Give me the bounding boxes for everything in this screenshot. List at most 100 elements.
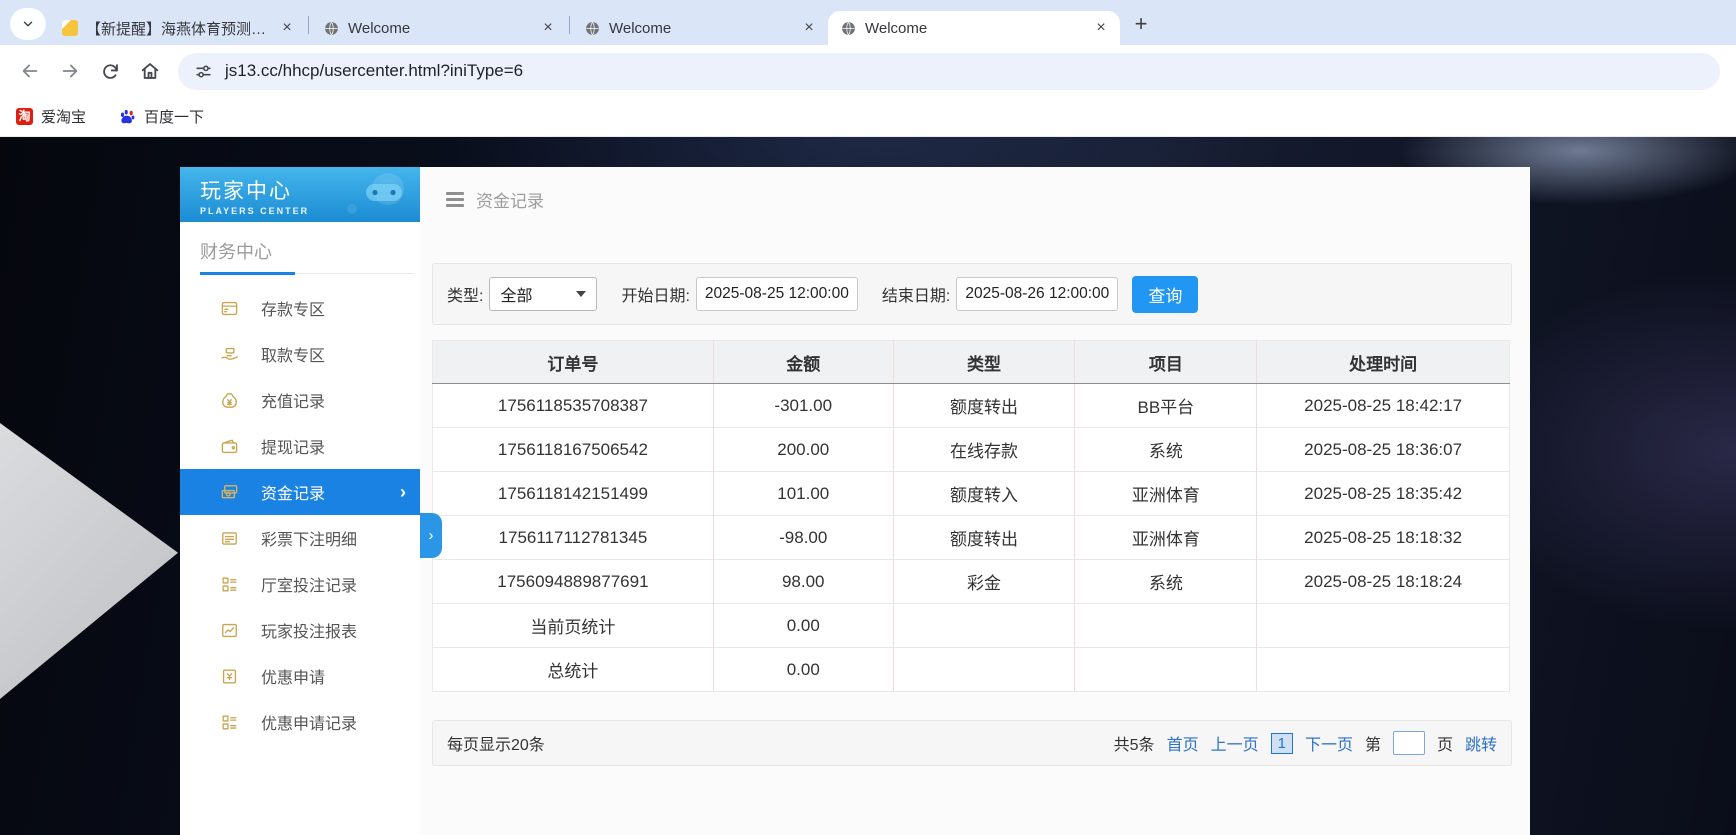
- end-date-input[interactable]: [956, 277, 1118, 311]
- table-row: 1756118535708387 -301.00 额度转出 BB平台 2025-…: [433, 384, 1510, 428]
- url-text[interactable]: js13.cc/hhcp/usercenter.html?iniType=6: [225, 61, 523, 81]
- cell-item: [1075, 648, 1257, 692]
- close-icon[interactable]: ×: [798, 17, 820, 39]
- prev-page-link[interactable]: 上一页: [1211, 731, 1259, 755]
- query-button[interactable]: 查询: [1132, 276, 1198, 313]
- report-chart-icon: [220, 621, 239, 640]
- page-size-text: 每页显示20条: [447, 731, 545, 755]
- first-page-link[interactable]: 首页: [1167, 731, 1199, 755]
- cell-amount: 0.00: [713, 604, 893, 648]
- close-icon[interactable]: ×: [537, 17, 559, 39]
- sidebar-item-fund-record[interactable]: 资金记录 ›: [180, 469, 420, 515]
- new-tab-button[interactable]: +: [1126, 9, 1156, 39]
- chevron-down-icon: [576, 291, 586, 297]
- close-icon[interactable]: ×: [276, 17, 298, 39]
- menu-icon[interactable]: [446, 192, 464, 207]
- tab-separator: [569, 16, 570, 34]
- cell-order: 当前页统计: [433, 604, 714, 648]
- sidebar-item-label: 资金记录: [261, 480, 325, 504]
- sidebar-collapse-handle[interactable]: ›: [420, 513, 442, 558]
- cell-type: 在线存款: [893, 428, 1075, 472]
- tab-sports-alert[interactable]: 【新提醒】海燕体育预测推荐区 ×: [50, 11, 306, 45]
- current-page-badge[interactable]: 1: [1271, 733, 1293, 754]
- sidebar-item-label: 厅室投注记录: [261, 572, 357, 596]
- tab-title: Welcome: [609, 20, 790, 37]
- sidebar-item-promo-apply[interactable]: 优惠申请: [180, 653, 420, 699]
- wallet-icon: [220, 437, 239, 456]
- sidebar-item-label: 优惠申请: [261, 664, 325, 688]
- column-header-time: 处理时间: [1257, 341, 1510, 384]
- cell-amount: 101.00: [713, 472, 893, 516]
- voucher-icon: [220, 667, 239, 686]
- fund-record-table: 订单号 金额 类型 项目 处理时间 1756118535708387 -301.…: [432, 340, 1510, 692]
- cell-time: 2025-08-25 18:18:24: [1257, 560, 1510, 604]
- fund-record-table-wrap: 订单号 金额 类型 项目 处理时间 1756118535708387 -301.…: [432, 340, 1512, 692]
- tab-search-button[interactable]: [10, 8, 46, 40]
- sidebar-item-promo-apply-record[interactable]: 优惠申请记录: [180, 699, 420, 745]
- address-bar[interactable]: js13.cc/hhcp/usercenter.html?iniType=6: [178, 53, 1720, 90]
- cell-time: 2025-08-25 18:35:42: [1257, 472, 1510, 516]
- sidebar-item-deposit-zone[interactable]: 存款专区: [180, 285, 420, 331]
- cell-order: 1756117112781345: [433, 516, 714, 560]
- forward-button[interactable]: [50, 51, 90, 91]
- start-date-label: 开始日期:: [621, 282, 689, 306]
- chevron-right-icon: ›: [429, 527, 434, 544]
- end-date-label: 结束日期:: [882, 282, 950, 306]
- sidebar-item-withdrawal-record[interactable]: 提现记录: [180, 423, 420, 469]
- sidebar-item-recharge-record[interactable]: 充值记录: [180, 377, 420, 423]
- type-select[interactable]: 全部: [489, 277, 597, 311]
- jump-suffix-label: 页: [1437, 731, 1453, 755]
- chevron-right-icon: ›: [400, 482, 406, 503]
- tab-title: Welcome: [865, 20, 1082, 37]
- sidebar-item-label: 取款专区: [261, 342, 325, 366]
- forward-arrow-icon: [59, 60, 81, 82]
- start-date-input[interactable]: [696, 277, 858, 311]
- tab-separator: [308, 16, 309, 34]
- page-background: 玩家中心 PLAYERS CENTER 财务中心 存款专区 取款专区: [0, 137, 1736, 835]
- cell-time: 2025-08-25 18:18:32: [1257, 516, 1510, 560]
- tab-welcome-2[interactable]: Welcome ×: [572, 11, 828, 45]
- table-row: 1756117112781345 -98.00 额度转出 亚洲体育 2025-0…: [433, 516, 1510, 560]
- back-button[interactable]: [10, 51, 50, 91]
- tab-welcome-active[interactable]: Welcome ×: [828, 11, 1120, 45]
- close-icon[interactable]: ×: [1090, 17, 1112, 39]
- next-page-link[interactable]: 下一页: [1305, 731, 1353, 755]
- sidebar-banner: 玩家中心 PLAYERS CENTER: [180, 167, 420, 222]
- pagination-controls: 共5条 首页 上一页 1 下一页 第 页 跳转: [1114, 731, 1497, 755]
- cell-item: 系统: [1075, 428, 1257, 472]
- sidebar-item-player-bet-report[interactable]: 玩家投注报表: [180, 607, 420, 653]
- column-header-item: 项目: [1075, 341, 1257, 384]
- reload-button[interactable]: [90, 51, 130, 91]
- bookmark-taobao[interactable]: 淘 爱淘宝: [16, 106, 86, 127]
- jump-button[interactable]: 跳转: [1465, 731, 1497, 755]
- grid-list-icon: [220, 575, 239, 594]
- sidebar-item-label: 存款专区: [261, 296, 325, 320]
- cell-type: 额度转入: [893, 472, 1075, 516]
- cell-type: [893, 604, 1075, 648]
- cell-item: BB平台: [1075, 384, 1257, 428]
- banknotes-icon: [220, 483, 239, 502]
- taobao-icon: 淘: [16, 108, 33, 125]
- home-button[interactable]: [130, 51, 170, 91]
- jump-page-input[interactable]: [1393, 731, 1425, 755]
- sidebar-item-lottery-bet-detail[interactable]: 彩票下注明细: [180, 515, 420, 561]
- browser-window: 【新提醒】海燕体育预测推荐区 × Welcome × Welcome × Wel…: [0, 0, 1736, 835]
- deposit-card-icon: [220, 299, 239, 318]
- sidebar-item-label: 提现记录: [261, 434, 325, 458]
- tab-welcome-1[interactable]: Welcome ×: [311, 11, 567, 45]
- bookmark-label: 爱淘宝: [41, 106, 86, 127]
- sidebar-item-withdraw-zone[interactable]: 取款专区: [180, 331, 420, 377]
- cell-type: 彩金: [893, 560, 1075, 604]
- column-header-type: 类型: [893, 341, 1075, 384]
- sidebar-item-hall-bet-record[interactable]: 厅室投注记录: [180, 561, 420, 607]
- player-center-sidebar: 玩家中心 PLAYERS CENTER 财务中心 存款专区 取款专区: [180, 167, 420, 835]
- site-settings-icon[interactable]: [194, 62, 213, 81]
- bookmark-label: 百度一下: [144, 106, 204, 127]
- sidebar-item-label: 充值记录: [261, 388, 325, 412]
- cell-type: 额度转出: [893, 516, 1075, 560]
- background-triangle-shape: [0, 423, 178, 699]
- cell-order: 1756118167506542: [433, 428, 714, 472]
- bookmark-baidu[interactable]: 百度一下: [118, 106, 204, 127]
- bookmarks-bar: 淘 爱淘宝 百度一下: [0, 97, 1736, 137]
- grid-list-icon: [220, 713, 239, 732]
